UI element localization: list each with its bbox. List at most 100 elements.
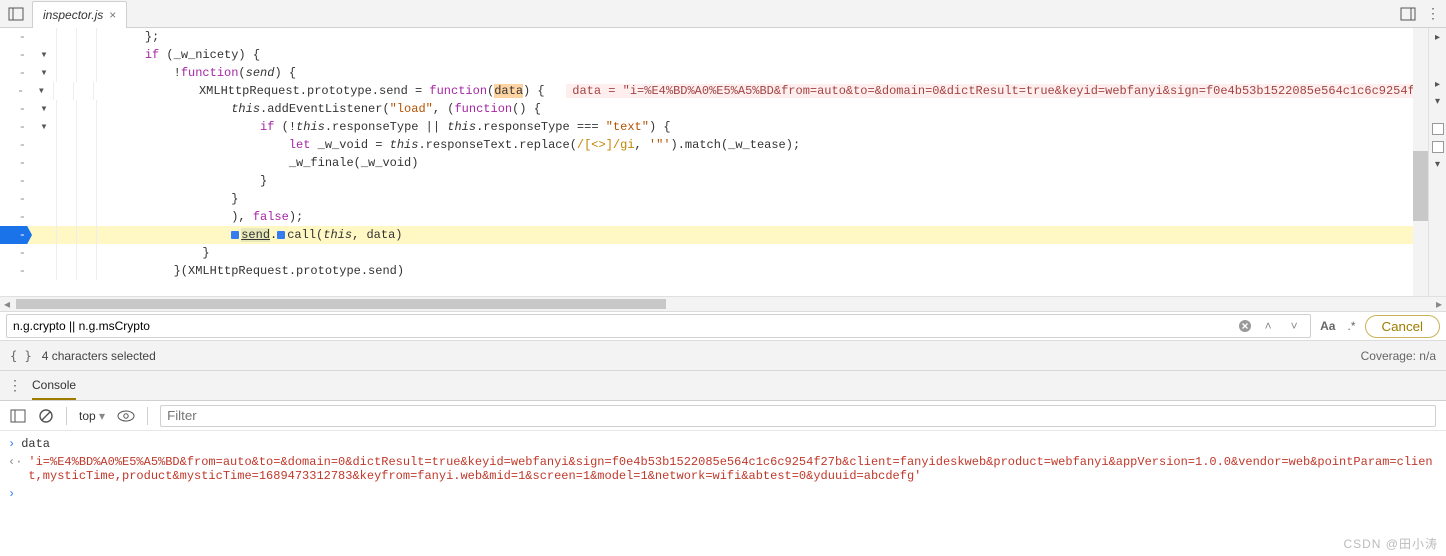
pretty-print-icon[interactable]: { }: [10, 349, 32, 363]
file-tab-inspector[interactable]: inspector.js ×: [32, 1, 127, 28]
editor-tab-bar: inspector.js × ⋮: [0, 0, 1446, 28]
drawer-more-icon[interactable]: ⋮: [8, 377, 22, 394]
clear-console-icon[interactable]: [38, 408, 54, 424]
step-control-icon[interactable]: ▸: [1435, 79, 1440, 90]
code-line[interactable]: -▾ XMLHttpRequest.prototype.send = funct…: [0, 82, 1428, 100]
code-line[interactable]: - send.call(this, data): [0, 226, 1428, 244]
fold-toggle-icon: [32, 208, 56, 226]
selection-status: 4 characters selected: [42, 349, 156, 363]
gutter[interactable]: -: [0, 172, 32, 190]
code-text: }: [116, 244, 1428, 262]
status-bar: { } 4 characters selected Coverage: n/a: [0, 341, 1446, 371]
gutter[interactable]: -: [0, 262, 32, 280]
step-marker-icon: [231, 231, 239, 239]
fold-toggle-icon: [32, 262, 56, 280]
gutter[interactable]: -: [0, 190, 32, 208]
console-toolbar: top ▾: [0, 401, 1446, 431]
code-line[interactable]: -▾ this.addEventListener("load", (functi…: [0, 100, 1428, 118]
fold-toggle-icon: [32, 190, 56, 208]
gutter[interactable]: -: [0, 154, 32, 172]
gutter[interactable]: -: [0, 118, 32, 136]
search-input[interactable]: [13, 315, 1232, 337]
checkbox-pause-exceptions[interactable]: [1432, 123, 1444, 135]
gutter[interactable]: -: [0, 208, 32, 226]
gutter[interactable]: -: [0, 64, 32, 82]
fold-toggle-icon: [32, 244, 56, 262]
code-text: }(XMLHttpRequest.prototype.send): [116, 262, 1428, 280]
close-tab-icon[interactable]: ×: [109, 8, 116, 22]
code-line[interactable]: - };: [0, 28, 1428, 46]
gutter[interactable]: -: [0, 82, 30, 100]
fold-toggle-icon: [32, 28, 56, 46]
code-text: !function(send) {: [116, 64, 1428, 82]
prompt-in-icon: ›: [8, 437, 15, 451]
live-expression-icon[interactable]: [117, 410, 135, 422]
gutter[interactable]: -: [0, 226, 32, 244]
horizontal-scrollbar[interactable]: ◂ ▸: [0, 296, 1446, 311]
cancel-search-button[interactable]: Cancel: [1365, 315, 1441, 338]
code-line[interactable]: - _w_finale(_w_void): [0, 154, 1428, 172]
console-output[interactable]: ›data‹·'i=%E4%BD%A0%E5%A5%BD&from=auto&t…: [0, 431, 1446, 556]
more-options-icon[interactable]: ⋮: [1426, 5, 1440, 22]
code-line[interactable]: -▾ if (!this.responseType || this.respon…: [0, 118, 1428, 136]
checkbox-pause-caught[interactable]: [1432, 141, 1444, 153]
context-selector[interactable]: top ▾: [79, 409, 105, 423]
console-panel-toggle-icon[interactable]: [10, 408, 26, 424]
clear-search-icon[interactable]: [1238, 319, 1252, 333]
left-panel-toggle-icon[interactable]: [0, 0, 32, 27]
value-tooltip: data = "i=%E4%BD%A0%E5%A5%BD&from=auto&t…: [566, 84, 1428, 98]
expand-down-icon[interactable]: ▾: [1435, 96, 1440, 107]
scroll-left-icon[interactable]: ◂: [4, 297, 10, 311]
code-line[interactable]: -▾ !function(send) {: [0, 64, 1428, 82]
code-line[interactable]: - ), false);: [0, 208, 1428, 226]
code-text: }: [116, 190, 1428, 208]
console-filter-input[interactable]: [160, 405, 1436, 427]
code-text: }: [116, 172, 1428, 190]
fold-toggle-icon[interactable]: ▾: [32, 64, 56, 82]
gutter[interactable]: -: [0, 46, 32, 64]
right-panel-toggle-icon[interactable]: [1400, 6, 1416, 22]
side-strip: ▸ ▸ ▾ ▾: [1428, 28, 1446, 324]
code-text: if (_w_nicety) {: [116, 46, 1428, 64]
console-prompt[interactable]: ›: [8, 485, 1438, 503]
fold-toggle-icon: [32, 136, 56, 154]
gutter[interactable]: -: [0, 100, 32, 118]
gutter[interactable]: -: [0, 244, 32, 262]
fold-toggle-icon[interactable]: ▾: [32, 46, 56, 64]
scroll-right-icon[interactable]: ▸: [1436, 297, 1442, 311]
code-text: XMLHttpRequest.prototype.send = function…: [113, 82, 1428, 100]
code-line[interactable]: -▾ if (_w_nicety) {: [0, 46, 1428, 64]
code-line[interactable]: - }: [0, 244, 1428, 262]
console-text: data: [21, 437, 50, 451]
code-line[interactable]: - let _w_void = this.responseText.replac…: [0, 136, 1428, 154]
match-case-button[interactable]: Aa: [1317, 319, 1338, 333]
code-text: ), false);: [116, 208, 1428, 226]
console-input-row: › data: [8, 435, 1438, 453]
vertical-scrollbar[interactable]: [1413, 28, 1428, 296]
fold-toggle-icon[interactable]: ▾: [32, 118, 56, 136]
gutter[interactable]: -: [0, 136, 32, 154]
code-editor[interactable]: - };-▾ if (_w_nicety) {-▾ !function(send…: [0, 28, 1428, 296]
code-line[interactable]: - }(XMLHttpRequest.prototype.send): [0, 262, 1428, 280]
console-drawer-tabs: ⋮ Console: [0, 371, 1446, 401]
code-line[interactable]: - }: [0, 172, 1428, 190]
search-bar: ˄ ˅ Aa .* Cancel: [0, 311, 1446, 341]
fold-toggle-icon[interactable]: ▾: [32, 100, 56, 118]
expand-down-icon-2[interactable]: ▾: [1435, 159, 1440, 170]
fold-toggle-icon[interactable]: ▾: [30, 82, 52, 100]
coverage-status: Coverage: n/a: [1361, 349, 1436, 363]
regex-button[interactable]: .*: [1344, 319, 1358, 333]
console-tab[interactable]: Console: [32, 371, 76, 400]
search-prev-icon[interactable]: ˄: [1258, 319, 1278, 333]
code-text: if (!this.responseType || this.responseT…: [116, 118, 1428, 136]
fold-toggle-icon: [32, 154, 56, 172]
code-line[interactable]: - }: [0, 190, 1428, 208]
fold-toggle-icon: [32, 226, 56, 244]
gutter[interactable]: -: [0, 28, 32, 46]
watermark: CSDN @田小涛: [1343, 535, 1438, 552]
search-next-icon[interactable]: ˅: [1284, 319, 1304, 333]
step-marker-icon: [277, 231, 285, 239]
fold-toggle-icon: [32, 172, 56, 190]
code-text: let _w_void = this.responseText.replace(…: [116, 136, 1428, 154]
collapse-right-icon[interactable]: ▸: [1435, 32, 1440, 43]
